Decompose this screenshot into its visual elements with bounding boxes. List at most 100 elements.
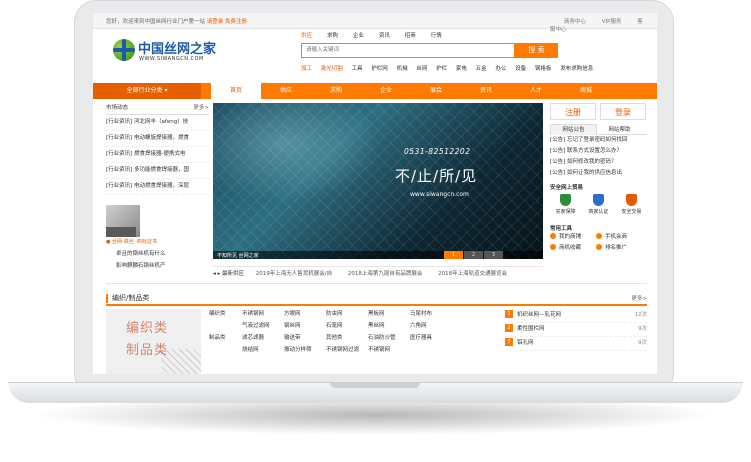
- login-link[interactable]: 请登录: [207, 19, 224, 25]
- news-item[interactable]: [行业资讯] 电动燃食焊接器，深层: [106, 179, 209, 195]
- business-center-link[interactable]: 商务中心: [564, 19, 586, 25]
- category-link[interactable]: 石笼网: [326, 321, 368, 329]
- section-image[interactable]: 编织类 制品类: [106, 309, 201, 374]
- category-link[interactable]: 方眼网: [284, 309, 326, 317]
- banner-page-dot[interactable]: 1: [444, 251, 463, 259]
- hot-keyword[interactable]: 办公: [495, 66, 506, 72]
- ticker-item[interactable]: 2018年上海轨道交通展览会: [438, 271, 507, 277]
- category-link[interactable]: 烧结网: [242, 345, 284, 353]
- market-news-more-link[interactable]: 更多>: [193, 103, 209, 114]
- category-link[interactable]: 防虫网: [326, 309, 368, 317]
- globe-icon: [113, 39, 135, 61]
- thumbnail-caption[interactable]: ● 丝网-铁丝 ·商标证书: [106, 238, 157, 245]
- tool-favorites[interactable]: 商机收藏: [550, 243, 596, 254]
- hot-keyword[interactable]: 护栏: [436, 66, 447, 72]
- merchant-verified-badge[interactable]: 商家认证: [583, 194, 614, 215]
- hot-keyword[interactable]: 加工: [301, 66, 312, 72]
- hot-keyword[interactable]: 钢格板: [535, 66, 552, 72]
- hot-keyword[interactable]: 丝网: [416, 66, 427, 72]
- hot-keyword[interactable]: 机械: [397, 66, 408, 72]
- tool-ranking[interactable]: 排名推广: [596, 243, 642, 254]
- site-logo[interactable]: 中国丝网之家 WWW.SIWANGCN.COM: [113, 37, 233, 69]
- search-tab-invest[interactable]: 招商: [405, 31, 416, 39]
- nav-item-mall[interactable]: 商城: [561, 83, 611, 99]
- all-categories-button[interactable]: 全部行业分类 ▾: [93, 83, 201, 99]
- nav-item-exhibition[interactable]: 展会: [411, 83, 461, 99]
- search-tab-buy[interactable]: 求购: [327, 31, 338, 39]
- search-button[interactable]: 搜 索: [515, 43, 558, 58]
- news-item[interactable]: [行业资讯] 燃食焊接器-便携式电: [106, 147, 209, 163]
- sub-news-item[interactable]: 卓且的钢丝机有什么: [116, 249, 166, 257]
- news-thumbnail-shade: [106, 227, 136, 237]
- category-link[interactable]: 不锈钢网过滤: [326, 345, 368, 353]
- tools-title: 常用工具: [550, 226, 573, 232]
- nav-item-company[interactable]: 企业: [361, 83, 411, 99]
- ticker-item[interactable]: 2019年上海无人售货机展会/自: [256, 271, 332, 277]
- search-tab-supply[interactable]: 供应: [301, 31, 312, 39]
- nav-item-home[interactable]: 首页: [211, 83, 261, 99]
- news-item[interactable]: [行业资讯] 多功能燃食焊接器，国: [106, 163, 209, 179]
- hot-keyword[interactable]: 五金: [476, 66, 487, 72]
- register-link[interactable]: 免费注册: [225, 19, 247, 25]
- market-news-title: 市场动态: [106, 105, 129, 111]
- banner-page-dot[interactable]: 2: [464, 251, 483, 259]
- nav-item-buy[interactable]: 求购: [311, 83, 361, 99]
- section-image-pattern: [161, 349, 201, 374]
- nav-item-news[interactable]: 资讯: [461, 83, 511, 99]
- buyer-protection-badge[interactable]: 买家保障: [550, 194, 581, 215]
- nav-item-talent[interactable]: 人才: [511, 83, 561, 99]
- search-tab-company[interactable]: 企业: [353, 31, 364, 39]
- category-link[interactable]: 医疗器具: [410, 333, 452, 341]
- category-link[interactable]: 钢丝网: [284, 321, 326, 329]
- hot-keyword[interactable]: 家电: [456, 66, 467, 72]
- category-link[interactable]: 黑丝网: [368, 321, 410, 329]
- tab-site-notice[interactable]: 网站公告: [550, 124, 597, 135]
- secure-transaction-badge[interactable]: 安全交易: [616, 194, 647, 215]
- news-item[interactable]: [行业资讯] 电动螺旋焊接器，燃食: [106, 131, 209, 147]
- vip-service-link[interactable]: VIP服务: [602, 19, 622, 25]
- search-tab-market[interactable]: 行情: [431, 31, 442, 39]
- category-link[interactable]: 石油防沙管: [368, 333, 410, 341]
- section-more-link[interactable]: 更多>: [631, 294, 647, 302]
- category-link[interactable]: 其他类: [326, 333, 368, 341]
- category-link[interactable]: 马尾村布: [410, 309, 452, 317]
- browser-screen: 您好，欢迎来到中国丝网行业门户第一站 请登录 免费注册 商务中心 VIP服务 客…: [93, 13, 657, 374]
- sub-news-item[interactable]: 影响麒麟石钢丝机产: [116, 261, 166, 269]
- search-input[interactable]: [302, 44, 460, 55]
- notice-item[interactable]: [公告] 如何让我的供应信息出: [550, 168, 647, 179]
- category-link[interactable]: 六角网: [410, 321, 452, 329]
- register-button[interactable]: 注册: [550, 103, 596, 120]
- ranking-item[interactable]: 1 机织丝网—轧花网 12次: [505, 309, 647, 323]
- hot-keywords: 加工 激光切割 工具 护栏网 机械 丝网 护栏 家电 五金 办公 设备 钢格板 …: [301, 64, 600, 72]
- hot-keyword[interactable]: 设备: [515, 66, 526, 72]
- category-link[interactable]: 黑板网: [368, 309, 410, 317]
- notice-item[interactable]: [公告] 如何修改我的密码？: [550, 157, 647, 168]
- category-link[interactable]: 输送带: [284, 333, 326, 341]
- ranking-item[interactable]: 3 铝孔网 9次: [505, 337, 647, 351]
- hot-keyword[interactable]: 激光切割: [321, 66, 343, 72]
- category-link[interactable]: 不锈钢网: [242, 309, 284, 317]
- banner-phone: 0531-82512202: [404, 147, 471, 156]
- tool-my-shop[interactable]: 我的商铺: [550, 232, 596, 243]
- ticker-item[interactable]: 2018上海第九届自有品牌展会: [348, 271, 423, 277]
- banner-page-dot[interactable]: 3: [484, 251, 503, 259]
- login-button[interactable]: 登录: [600, 103, 646, 120]
- notice-item[interactable]: [公告] 忘记了登录密码如何找回: [550, 135, 647, 146]
- hot-keyword[interactable]: 护栏网: [371, 66, 388, 72]
- tab-site-help[interactable]: 网站帮助: [597, 125, 642, 135]
- category-link[interactable]: 振动分样筛: [284, 345, 326, 353]
- hero-banner[interactable]: 0531-82512202 不/止/所/见 www.siwangcn.com 不…: [213, 103, 543, 259]
- ranking-item[interactable]: 2 柔性围栏网 9次: [505, 323, 647, 337]
- tool-mobile[interactable]: 手机会商: [596, 232, 642, 243]
- notice-item[interactable]: [公告] 联系方式设置怎么办？: [550, 146, 647, 157]
- news-item[interactable]: [行业资讯] 河北网丰（afeng）技: [106, 115, 209, 131]
- category-link[interactable]: 不锈钢网: [368, 345, 410, 353]
- hot-keyword[interactable]: 工具: [352, 66, 363, 72]
- phone-icon: [596, 233, 602, 239]
- search-tab-news[interactable]: 资讯: [379, 31, 390, 39]
- category-link[interactable]: 气液过滤网: [242, 321, 284, 329]
- nav-item-supply[interactable]: 供应: [261, 83, 311, 99]
- post-buy-request-link[interactable]: 发布求购信息: [560, 66, 593, 72]
- category-key: 编织类: [209, 311, 226, 317]
- category-link[interactable]: 滤芯滤器: [242, 333, 284, 341]
